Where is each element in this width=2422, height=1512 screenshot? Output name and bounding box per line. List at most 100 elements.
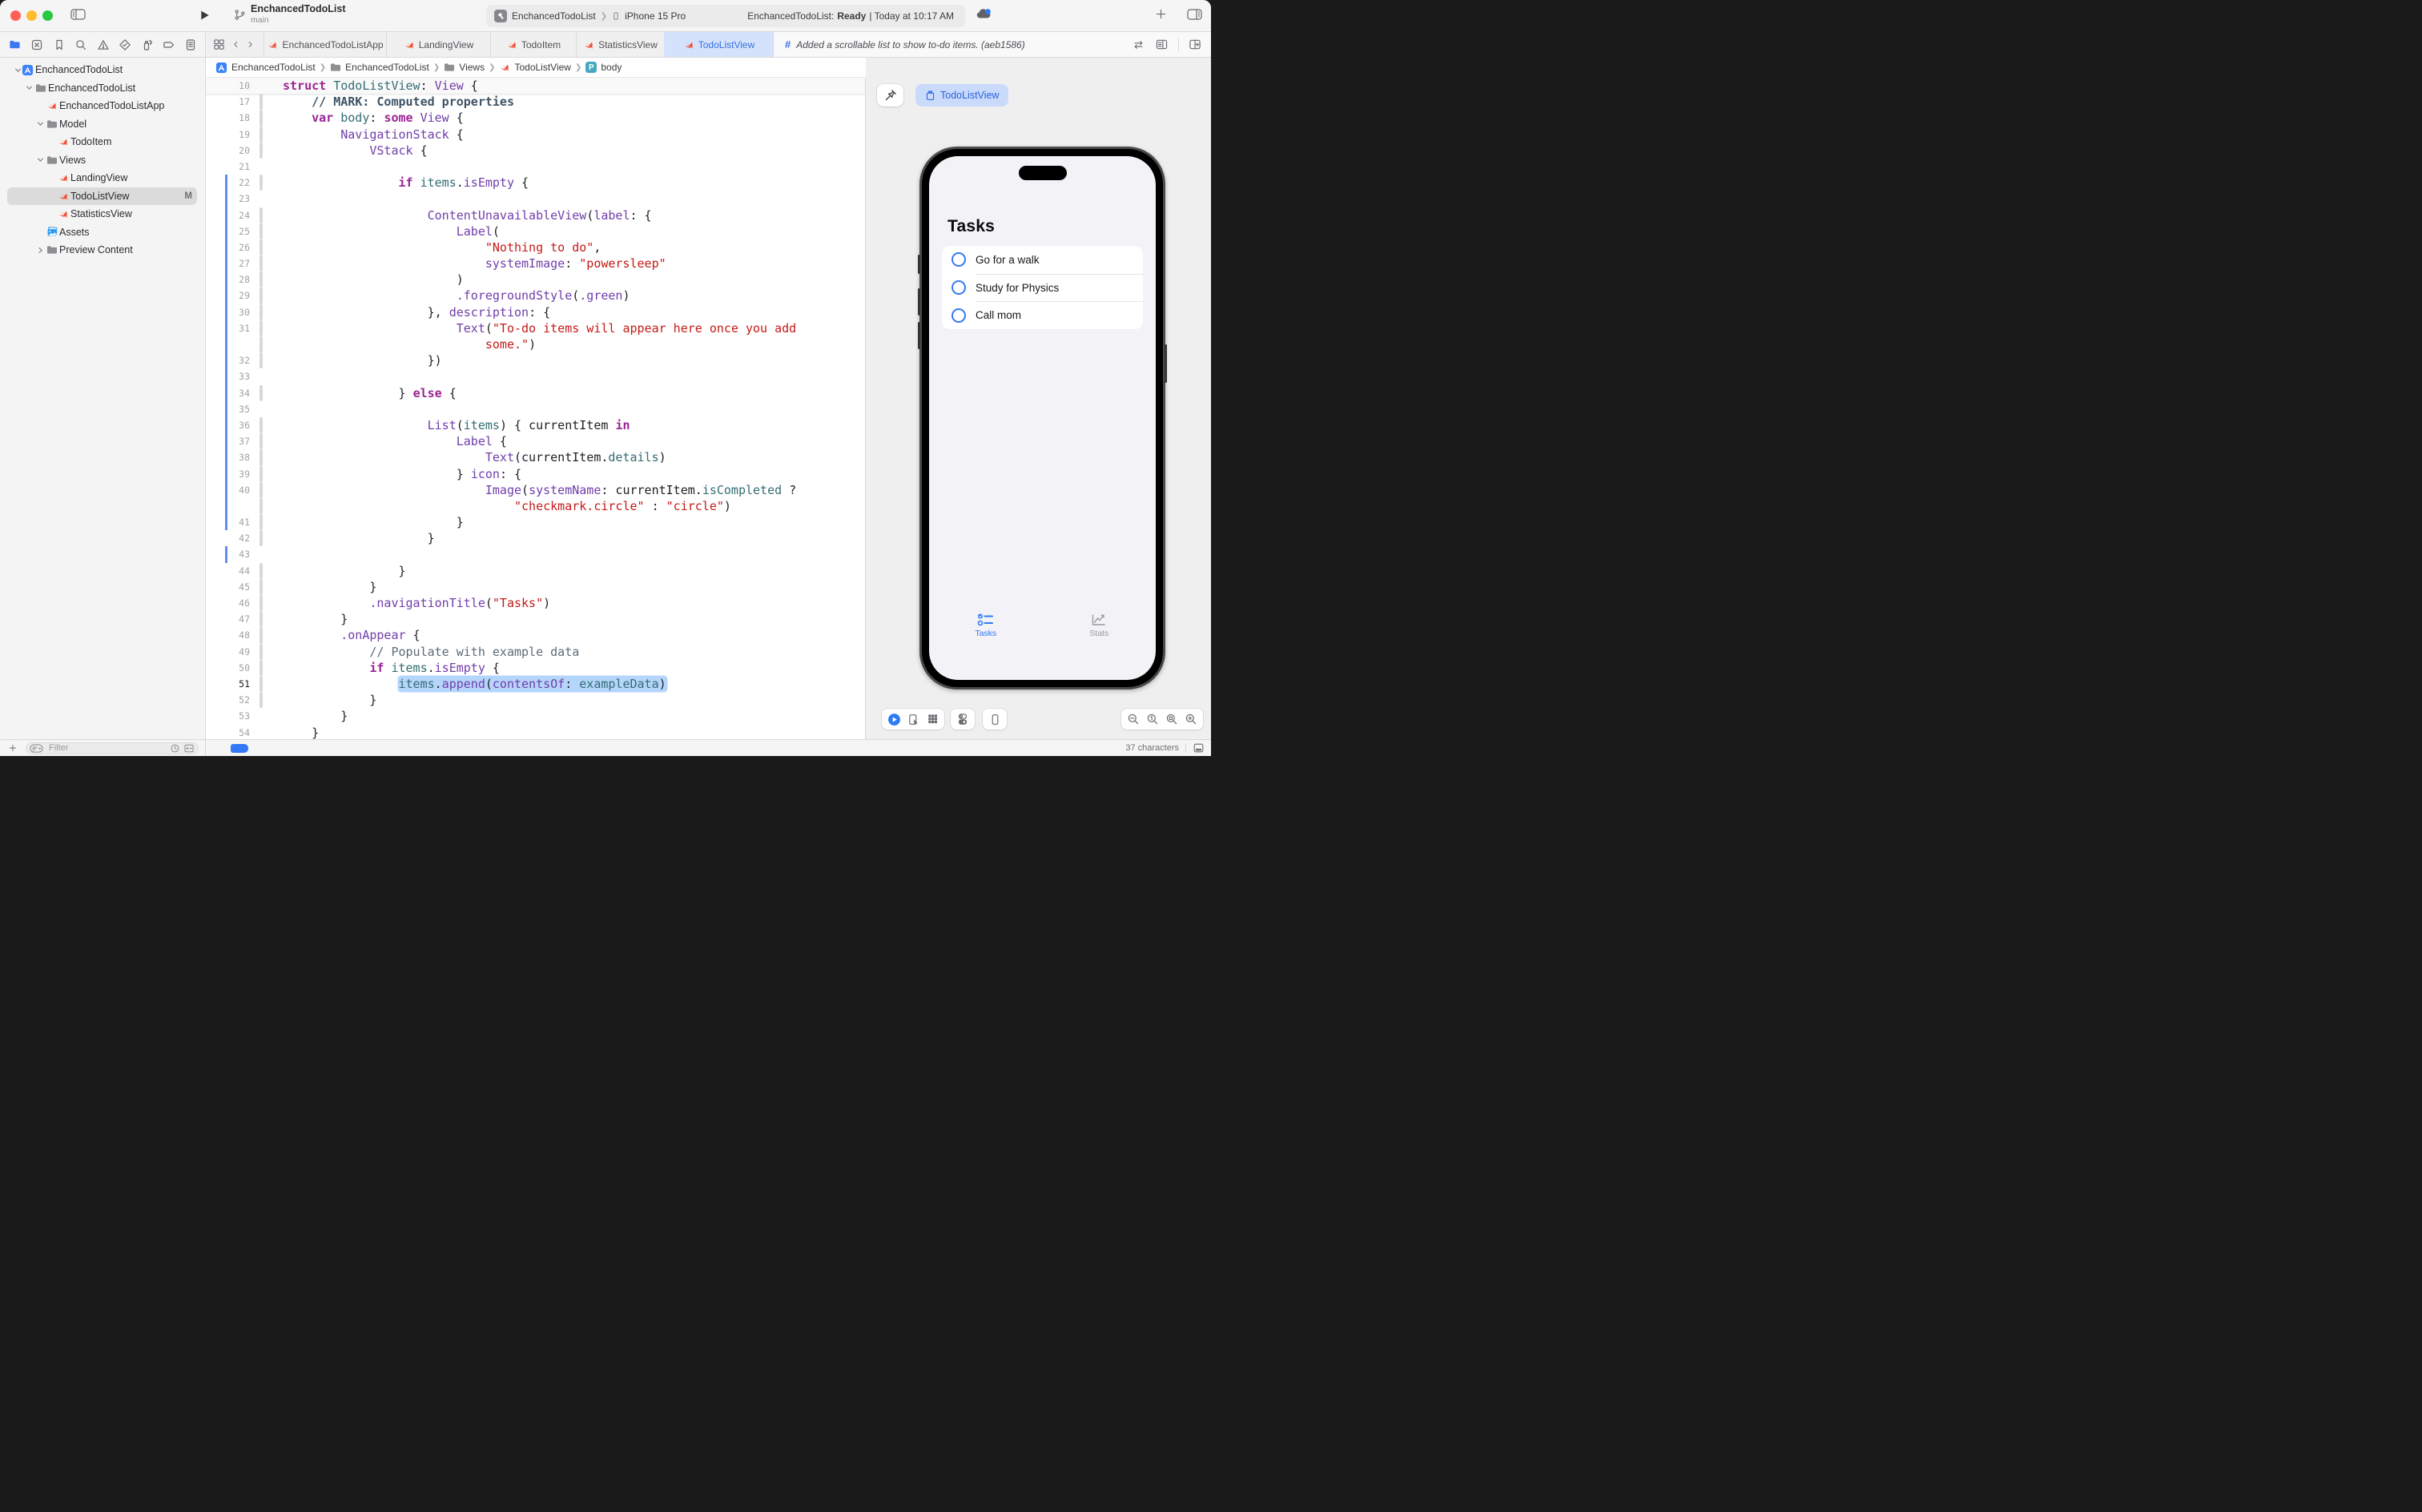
code-line[interactable]: 43 <box>206 546 865 562</box>
sidebar-item-EnchancedTodoList[interactable]: EnchancedTodoList <box>0 61 205 79</box>
line-number[interactable]: 37 <box>212 433 250 449</box>
debug-navigator-icon[interactable] <box>140 38 153 51</box>
code-line[interactable]: 50 if items.isEmpty { <box>206 660 865 676</box>
forward-button[interactable] <box>247 39 254 50</box>
code-line[interactable]: 48 .onAppear { <box>206 627 865 643</box>
code-line[interactable]: 28 ) <box>206 271 865 288</box>
preview-device-chip[interactable]: TodoListView <box>915 84 1008 107</box>
code-line[interactable]: 25 Label( <box>206 223 865 239</box>
line-number[interactable]: 33 <box>212 368 250 384</box>
source-control-filter-icon[interactable] <box>183 743 195 754</box>
zoom-in-icon[interactable] <box>1182 710 1200 728</box>
code-line[interactable]: 33 <box>206 368 865 384</box>
code-line[interactable]: 53 } <box>206 708 865 724</box>
task-row[interactable]: Go for a walk <box>942 246 1143 274</box>
code-line[interactable]: 51 items.append(contentsOf: exampleData) <box>206 676 865 692</box>
back-button[interactable] <box>232 39 239 50</box>
code-line[interactable]: 30 }, description: { <box>206 304 865 320</box>
line-number[interactable]: 30 <box>212 304 250 320</box>
code-line[interactable]: 41 } <box>206 514 865 530</box>
tab-StatisticsView[interactable]: StatisticsView <box>576 32 664 57</box>
line-number[interactable]: 23 <box>212 191 250 207</box>
code-line[interactable]: 54 } <box>206 725 865 740</box>
code-line[interactable]: 29 .foregroundStyle(.green) <box>206 288 865 304</box>
code-line[interactable]: 44 } <box>206 563 865 579</box>
breadcrumb-item[interactable]: Pbody <box>585 62 622 73</box>
scheme-selector[interactable]: EnchancedTodoList ❯ iPhone 15 Pro <box>486 10 686 22</box>
line-number[interactable]: 20 <box>212 143 250 159</box>
line-number[interactable]: 29 <box>212 288 250 304</box>
code-line[interactable]: 39 } icon: { <box>206 466 865 482</box>
code-editor[interactable]: 10struct TodoListView: View { 17 // MARK… <box>206 78 866 739</box>
sidebar-item-EnchancedTodoListApp[interactable]: EnchancedTodoListApp <box>0 97 205 115</box>
tab-TodoItem[interactable]: TodoItem <box>490 32 576 57</box>
project-navigator-icon[interactable] <box>8 38 22 50</box>
code-line[interactable]: 37 Label { <box>206 433 865 449</box>
line-number[interactable]: 54 <box>212 725 250 740</box>
code-line[interactable]: "checkmark.circle" : "circle") <box>206 498 865 514</box>
code-line[interactable]: 20 VStack { <box>206 143 865 159</box>
related-items-icon[interactable] <box>213 38 225 50</box>
line-number[interactable]: 32 <box>212 352 250 368</box>
line-number[interactable]: 53 <box>212 708 250 724</box>
debug-area-toggle-icon[interactable] <box>1193 742 1205 754</box>
code-line[interactable]: 52 } <box>206 692 865 708</box>
code-line[interactable]: 19 NavigationStack { <box>206 127 865 143</box>
code-line[interactable]: 24 ContentUnavailableView(label: { <box>206 207 865 223</box>
commit-tab[interactable]: # Added a scrollable list to show to-do … <box>773 32 1122 57</box>
sidebar-item-StatisticsView[interactable]: StatisticsView <box>0 205 205 223</box>
task-circle-icon[interactable] <box>952 252 966 267</box>
breadcrumb-item[interactable]: Views <box>444 62 485 73</box>
phone-tab-Stats[interactable]: Stats <box>1043 613 1157 645</box>
line-number[interactable]: 26 <box>212 239 250 255</box>
code-line[interactable]: 46 .navigationTitle("Tasks") <box>206 595 865 611</box>
tab-LandingView[interactable]: LandingView <box>386 32 490 57</box>
close-window-button[interactable] <box>10 10 21 21</box>
test-navigator-icon[interactable] <box>119 38 131 51</box>
adjust-editor-options-icon[interactable] <box>1155 38 1169 50</box>
library-add-icon[interactable] <box>1155 8 1167 20</box>
sidebar-item-Assets[interactable]: Assets <box>0 223 205 242</box>
line-number[interactable]: 42 <box>212 530 250 546</box>
cloud-status-icon[interactable] <box>976 7 993 20</box>
line-number[interactable]: 52 <box>212 692 250 708</box>
run-button[interactable] <box>199 9 211 22</box>
code-line[interactable]: 22 if items.isEmpty { <box>206 175 865 191</box>
breadcrumb-item[interactable]: EnchancedTodoList <box>215 62 316 74</box>
code-line[interactable]: 18 var body: some View { <box>206 110 865 126</box>
chevron-down-icon[interactable] <box>35 156 45 163</box>
line-number[interactable]: 40 <box>212 482 250 498</box>
add-file-icon[interactable] <box>8 743 18 753</box>
line-number[interactable]: 22 <box>212 175 250 191</box>
line-number[interactable]: 49 <box>212 644 250 660</box>
line-number[interactable]: 18 <box>212 110 250 126</box>
line-number[interactable]: 24 <box>212 207 250 223</box>
zoom-window-button[interactable] <box>42 10 53 21</box>
line-number[interactable]: 31 <box>212 320 250 336</box>
minimize-window-button[interactable] <box>26 10 37 21</box>
code-line[interactable]: 40 Image(systemName: currentItem.isCompl… <box>206 482 865 498</box>
line-number[interactable]: 44 <box>212 563 250 579</box>
sidebar-item-Views[interactable]: Views <box>0 151 205 170</box>
run-destination[interactable]: iPhone 15 Pro <box>625 10 686 22</box>
line-number[interactable]: 47 <box>212 611 250 627</box>
line-number[interactable]: 34 <box>212 385 250 401</box>
code-line[interactable]: 27 systemImage: "powersleep" <box>206 255 865 271</box>
code-line[interactable]: 17 // MARK: Computed properties <box>206 94 865 110</box>
line-number[interactable]: 27 <box>212 255 250 271</box>
live-preview-icon[interactable] <box>885 710 903 728</box>
line-number[interactable]: 51 <box>212 676 250 692</box>
line-number[interactable]: 46 <box>212 595 250 611</box>
code-line[interactable]: 35 <box>206 401 865 417</box>
recent-files-icon[interactable] <box>170 743 180 754</box>
code-line[interactable]: 26 "Nothing to do", <box>206 239 865 255</box>
code-line[interactable]: 32 }) <box>206 352 865 368</box>
line-number[interactable]: 25 <box>212 223 250 239</box>
code-line[interactable]: 36 List(items) { currentItem in <box>206 417 865 433</box>
sidebar-item-EnchancedTodoList[interactable]: EnchancedTodoList <box>0 79 205 98</box>
sidebar-item-TodoItem[interactable]: TodoItem <box>0 133 205 151</box>
add-editor-icon[interactable] <box>1189 38 1201 50</box>
task-row[interactable]: Call mom <box>976 301 1143 329</box>
code-line[interactable]: some.") <box>206 336 865 352</box>
breadcrumb-item[interactable]: TodoListView <box>499 62 571 73</box>
